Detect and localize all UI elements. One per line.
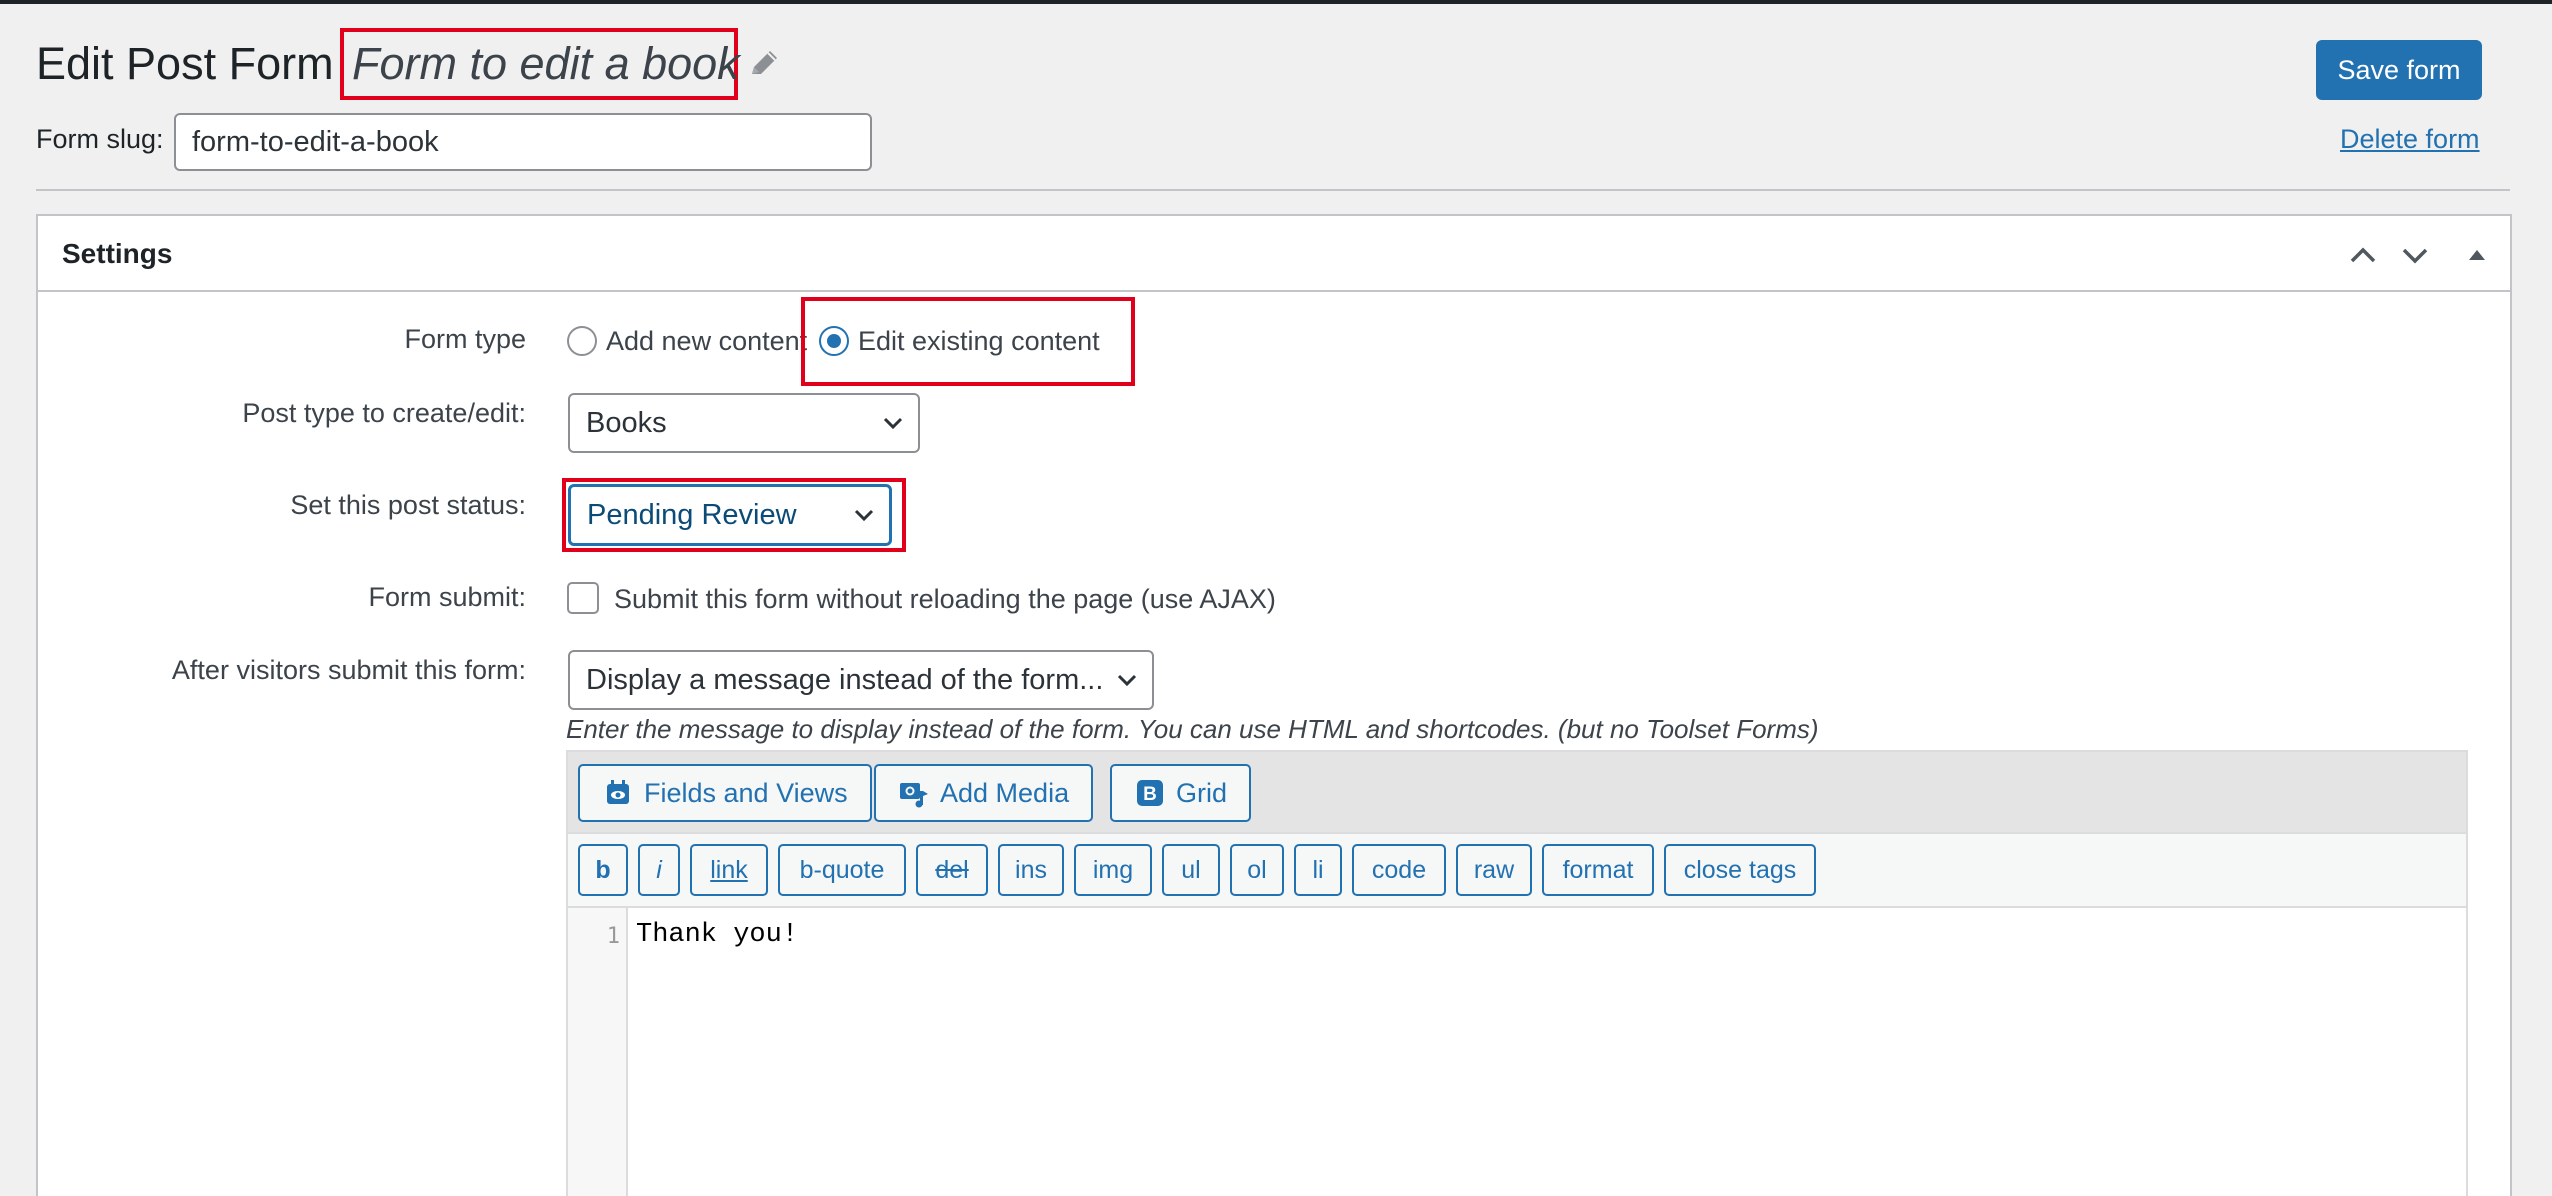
- quicktag-link-button[interactable]: link: [690, 844, 768, 896]
- radio-edit-existing-content[interactable]: [819, 326, 849, 356]
- fields-and-views-button[interactable]: Fields and Views: [578, 764, 872, 822]
- svg-text:B: B: [1143, 784, 1157, 805]
- editor-media-toolbar: Fields and Views Add Media B Grid: [568, 752, 2466, 834]
- quicktags-toolbar: b i link b-quote del ins img ul ol li co…: [568, 834, 2466, 908]
- quicktag-close-tags-button[interactable]: close tags: [1664, 844, 1816, 896]
- quicktag-del-button[interactable]: del: [916, 844, 988, 896]
- line-number-gutter: 1: [568, 908, 628, 1196]
- add-media-button[interactable]: Add Media: [874, 764, 1094, 822]
- quicktag-italic-button[interactable]: i: [638, 844, 680, 896]
- settings-panel-header: Settings: [38, 216, 2510, 292]
- radio-add-new-content-label[interactable]: Add new content: [606, 326, 807, 357]
- post-status-select[interactable]: Pending Review: [568, 484, 892, 546]
- ajax-submit-checkbox[interactable]: [567, 582, 599, 614]
- editor-content[interactable]: Thank you!: [636, 920, 798, 950]
- form-submit-label: Form submit:: [368, 582, 526, 612]
- divider: [36, 189, 2510, 191]
- add-media-icon: [900, 783, 928, 808]
- delete-form-link[interactable]: Delete form: [2340, 124, 2480, 155]
- post-status-value: Pending Review: [587, 498, 797, 531]
- quicktag-bquote-button[interactable]: b-quote: [778, 844, 906, 896]
- after-submit-label: After visitors submit this form:: [171, 655, 526, 685]
- grid-icon: B: [1137, 780, 1163, 806]
- post-status-label: Set this post status:: [290, 490, 526, 520]
- top-bar: [0, 0, 2552, 4]
- quicktag-ol-button[interactable]: ol: [1230, 844, 1284, 896]
- move-down-icon[interactable]: [2398, 238, 2432, 272]
- move-up-icon[interactable]: [2346, 238, 2380, 272]
- page-title: Edit Post Form: [36, 38, 334, 89]
- quicktag-li-button[interactable]: li: [1294, 844, 1342, 896]
- ajax-submit-checkbox-label[interactable]: Submit this form without reloading the p…: [614, 584, 1276, 615]
- fields-and-views-label: Fields and Views: [644, 777, 848, 808]
- after-submit-value: Display a message instead of the form...: [586, 663, 1104, 696]
- message-editor: Fields and Views Add Media B Grid b i li…: [566, 750, 2468, 1196]
- post-type-select[interactable]: Books: [568, 393, 920, 453]
- quicktag-bold-button[interactable]: b: [578, 844, 628, 896]
- settings-title: Settings: [62, 238, 173, 269]
- message-hint: Enter the message to display instead of …: [566, 714, 1819, 744]
- save-form-button[interactable]: Save form: [2316, 40, 2482, 100]
- quicktag-img-button[interactable]: img: [1074, 844, 1152, 896]
- form-slug-label: Form slug:: [36, 124, 164, 154]
- add-media-label: Add Media: [940, 777, 1070, 808]
- grid-label: Grid: [1176, 777, 1228, 808]
- form-slug-input[interactable]: form-to-edit-a-book: [174, 113, 872, 171]
- chevron-down-icon: [883, 417, 903, 430]
- chevron-down-icon: [1117, 674, 1137, 687]
- post-type-value: Books: [586, 406, 667, 439]
- quicktag-raw-button[interactable]: raw: [1456, 844, 1532, 896]
- radio-add-new-content[interactable]: [567, 326, 597, 356]
- post-type-label: Post type to create/edit:: [242, 398, 526, 428]
- collapse-toggle-icon[interactable]: [2460, 238, 2494, 272]
- after-submit-select[interactable]: Display a message instead of the form...: [568, 650, 1154, 710]
- quicktag-format-button[interactable]: format: [1542, 844, 1654, 896]
- chevron-down-icon: [854, 509, 874, 522]
- form-type-label: Form type: [404, 324, 526, 354]
- fields-views-icon: [607, 780, 629, 804]
- quicktag-ins-button[interactable]: ins: [998, 844, 1064, 896]
- pencil-icon[interactable]: [744, 44, 784, 84]
- form-name[interactable]: Form to edit a book: [352, 36, 740, 92]
- quicktag-ul-button[interactable]: ul: [1162, 844, 1220, 896]
- line-number: 1: [606, 924, 620, 949]
- radio-edit-existing-content-label[interactable]: Edit existing content: [858, 326, 1100, 357]
- quicktag-code-button[interactable]: code: [1352, 844, 1446, 896]
- grid-button[interactable]: B Grid: [1110, 764, 1252, 822]
